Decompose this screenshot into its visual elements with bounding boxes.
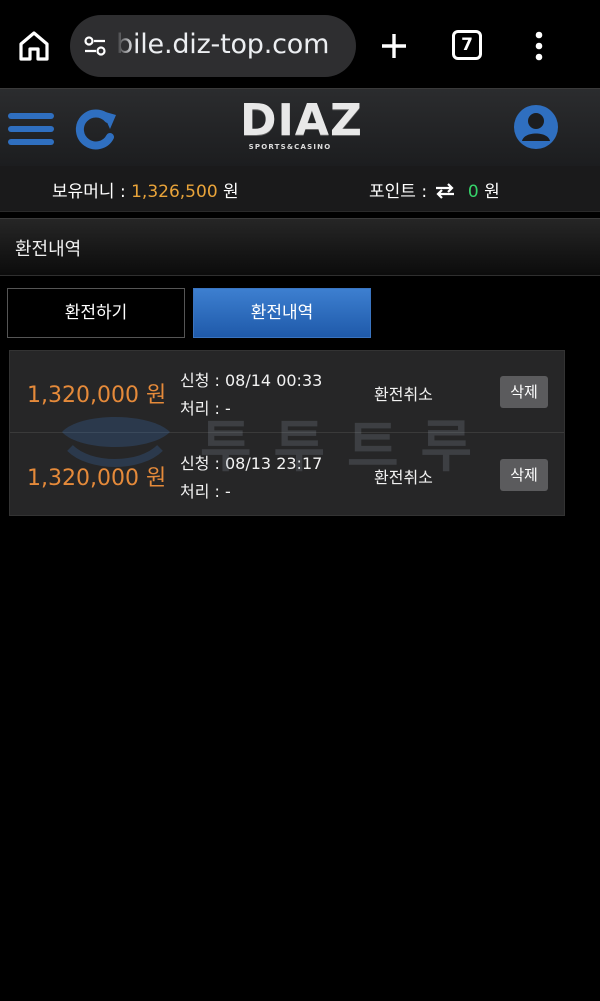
list-item: 1,320,000 원 신청 : 08/13 23:17 처리 : - 환전취소… bbox=[10, 434, 564, 516]
tab-count: 7 bbox=[461, 35, 473, 55]
logo-sub: SPORTS&CASINO bbox=[248, 143, 332, 151]
site-header: DIAZ SPORTS&CASINO bbox=[0, 88, 600, 166]
processed-time: 처리 : - bbox=[180, 482, 231, 501]
balance-bar: 보유머니 : 1,326,500 원 포인트 : 0 원 bbox=[0, 166, 600, 212]
point-unit: 원 bbox=[484, 182, 500, 202]
point-value: 0 bbox=[467, 182, 479, 202]
status-text: 환전취소 bbox=[374, 468, 433, 487]
list-item: 1,320,000 원 신청 : 08/14 00:33 처리 : - 환전취소… bbox=[10, 351, 564, 433]
money-unit: 원 bbox=[223, 182, 239, 202]
money-balance: 보유머니 : 1,326,500 원 bbox=[52, 177, 239, 202]
section-header: 환전내역 bbox=[0, 218, 600, 276]
url-text[interactable]: bile.diz-top.com bbox=[116, 29, 329, 60]
point-label: 포인트 : bbox=[369, 182, 428, 202]
processed-time: 처리 : - bbox=[180, 399, 231, 418]
refresh-icon[interactable] bbox=[72, 107, 120, 151]
user-icon[interactable] bbox=[512, 103, 560, 151]
tune-icon[interactable] bbox=[82, 33, 108, 59]
tab-exchange-history[interactable]: 환전내역 bbox=[193, 288, 371, 338]
point-balance: 포인트 : 0 원 bbox=[369, 177, 500, 202]
request-time: 신청 : 08/13 23:17 bbox=[180, 454, 323, 473]
hamburger-icon[interactable] bbox=[8, 111, 54, 147]
money-value: 1,326,500 bbox=[131, 182, 218, 202]
browser-toolbar: bile.diz-top.com 7 bbox=[0, 0, 600, 88]
plus-icon[interactable] bbox=[378, 30, 410, 62]
delete-button[interactable]: 삭제 bbox=[500, 459, 548, 491]
tabs-icon[interactable]: 7 bbox=[452, 30, 482, 60]
home-icon[interactable] bbox=[16, 28, 52, 64]
page-title: 환전내역 bbox=[15, 239, 82, 260]
amount: 1,320,000 원 bbox=[27, 383, 167, 408]
request-time: 신청 : 08/14 00:33 bbox=[180, 371, 323, 390]
money-label: 보유머니 : bbox=[52, 182, 126, 202]
kebab-menu-icon[interactable] bbox=[526, 28, 552, 64]
site-logo[interactable]: DIAZ SPORTS&CASINO bbox=[240, 95, 363, 159]
logo-main: DIAZ bbox=[240, 95, 363, 146]
delete-button[interactable]: 삭제 bbox=[500, 376, 548, 408]
address-bar[interactable]: bile.diz-top.com bbox=[70, 15, 356, 77]
status-text: 환전취소 bbox=[374, 385, 433, 404]
transaction-list: 1,320,000 원 신청 : 08/14 00:33 처리 : - 환전취소… bbox=[9, 350, 565, 516]
amount: 1,320,000 원 bbox=[27, 466, 167, 491]
tab-exchange[interactable]: 환전하기 bbox=[7, 288, 185, 338]
swap-icon[interactable] bbox=[434, 183, 456, 199]
